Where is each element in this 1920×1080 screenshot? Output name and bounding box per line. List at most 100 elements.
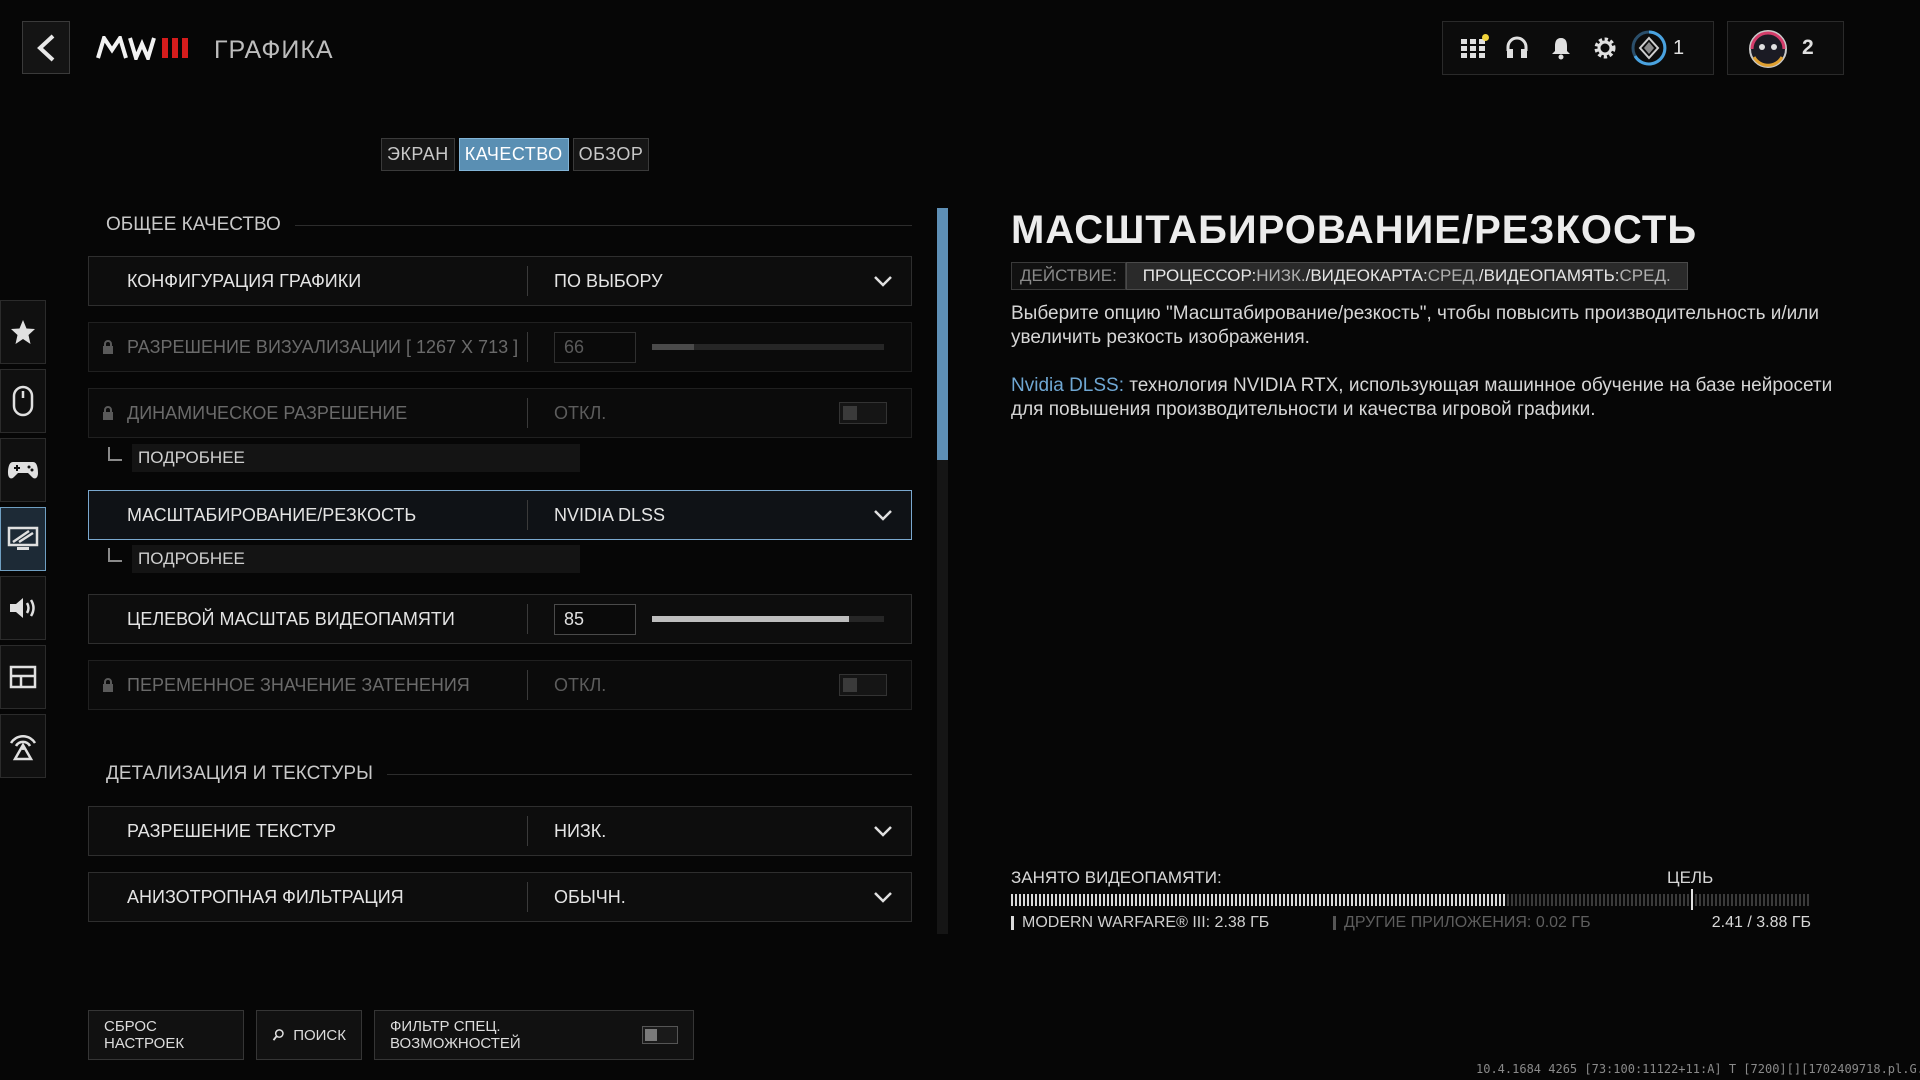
render-resolution-slider[interactable] xyxy=(652,344,884,350)
chevron-down-icon[interactable] xyxy=(855,275,911,287)
vram-target-slider[interactable] xyxy=(652,616,884,622)
vram-total: 2.41 / 3.88 ГБ xyxy=(1711,914,1811,931)
setting-graphics-preset[interactable]: КОНФИГУРАЦИЯ ГРАФИКИ ПО ВЫБОРУ xyxy=(88,256,912,306)
setting-dynamic-resolution[interactable]: ДИНАМИЧЕСКОЕ РАЗРЕШЕНИЕ ОТКЛ. xyxy=(88,388,912,438)
player-level-icon[interactable] xyxy=(1627,26,1671,70)
setting-label: АНИЗОТРОПНАЯ ФИЛЬТРАЦИЯ xyxy=(127,886,404,907)
render-resolution-input[interactable]: 66 xyxy=(554,331,636,363)
section-divider xyxy=(386,773,912,775)
back-arrow-icon xyxy=(37,34,55,61)
settings-gear-icon[interactable] xyxy=(1583,26,1627,70)
vram-target-input[interactable]: 85 xyxy=(554,603,636,635)
setting-label: ДИНАМИЧЕСКОЕ РАЗРЕШЕНИЕ xyxy=(127,402,408,423)
star-icon xyxy=(11,320,35,344)
lock-icon xyxy=(89,406,127,420)
chevron-down-icon[interactable] xyxy=(855,891,911,903)
setting-variable-rate-shading[interactable]: ПЕРЕМЕННОЕ ЗНАЧЕНИЕ ЗАТЕНЕНИЯ ОТКЛ. xyxy=(88,660,912,710)
setting-value: ОТКЛ. xyxy=(554,402,607,423)
player-level: 1 xyxy=(1673,36,1685,59)
dlss-text: технология NVIDIA RTX, использующая маши… xyxy=(1011,375,1833,420)
setting-upscaling-sharpening[interactable]: МАСШТАБИРОВАНИЕ/РЕЗКОСТЬ NVIDIA DLSS xyxy=(88,490,912,540)
setting-label: ПЕРЕМЕННОЕ ЗНАЧЕНИЕ ЗАТЕНЕНИЯ xyxy=(127,674,470,695)
graphics-icon xyxy=(7,526,39,550)
section-title: ОБЩЕЕ КАЧЕСТВО xyxy=(106,214,281,235)
setting-label: МАСШТАБИРОВАНИЕ/РЕЗКОСТЬ xyxy=(127,504,417,525)
setting-value: ОТКЛ. xyxy=(554,674,607,695)
mw3-logo xyxy=(96,36,196,60)
network-icon xyxy=(9,734,37,761)
setting-texture-resolution[interactable]: РАЗРЕШЕНИЕ ТЕКСТУР НИЗК. xyxy=(88,806,912,856)
section-title: ДЕТАЛИЗАЦИЯ И ТЕКСТУРЫ xyxy=(106,763,373,784)
headset-icon[interactable] xyxy=(1495,26,1539,70)
back-button[interactable] xyxy=(22,21,70,74)
apps-grid-icon[interactable] xyxy=(1451,26,1495,70)
vram-target-label: ЦЕЛЬ xyxy=(1667,868,1714,887)
dynamic-resolution-toggle[interactable] xyxy=(839,402,887,424)
sidebar-item-controller[interactable] xyxy=(0,438,46,502)
tab-overview[interactable]: ОБЗОР xyxy=(572,138,650,171)
setting-vram-target[interactable]: ЦЕЛЕВОЙ МАСШТАБ ВИДЕОПАМЯТИ 85 xyxy=(88,594,912,644)
section-general-quality: ОБЩЕЕ КАЧЕСТВО xyxy=(106,214,912,236)
mouse-icon xyxy=(12,385,34,417)
sidebar-item-interface[interactable] xyxy=(0,645,46,709)
reset-settings-button[interactable]: СБРОС НАСТРОЕК xyxy=(88,1010,244,1060)
setting-label: РАЗРЕШЕНИЕ ВИЗУАЛИЗАЦИИ [ 1267 X 713 ] xyxy=(127,336,519,357)
vram-legend-other: ДРУГИЕ ПРИЛОЖЕНИЯ: 0.02 ГБ xyxy=(1333,914,1591,932)
vram-target-marker xyxy=(1691,889,1693,910)
sidebar-item-graphics[interactable] xyxy=(0,507,46,571)
setting-label: КОНФИГУРАЦИЯ ГРАФИКИ xyxy=(127,270,362,291)
tab-screen[interactable]: ЭКРАН xyxy=(381,138,455,171)
variable-rate-shading-toggle[interactable] xyxy=(839,674,887,696)
interface-icon xyxy=(9,665,37,689)
setting-value: ПО ВЫБОРУ xyxy=(554,270,663,291)
sidebar-item-favorites[interactable] xyxy=(0,300,46,364)
chevron-down-icon[interactable] xyxy=(855,509,911,521)
setting-value: NVIDIA DLSS xyxy=(554,504,666,525)
notification-dot xyxy=(1482,34,1489,41)
setting-label: РАЗРЕШЕНИЕ ТЕКСТУР xyxy=(127,820,337,841)
setting-label: ЦЕЛЕВОЙ МАСШТАБ ВИДЕОПАМЯТИ xyxy=(127,608,455,629)
setting-render-resolution[interactable]: РАЗРЕШЕНИЕ ВИЗУАЛИЗАЦИИ [ 1267 X 713 ] 6… xyxy=(88,322,912,372)
setting-value: НИЗК. xyxy=(554,820,607,841)
audio-icon xyxy=(10,598,35,618)
more-link[interactable]: ПОДРОБНЕЕ xyxy=(132,444,580,472)
impact-values: ПРОЦЕССОР: НИЗК. / ВИДЕОКАРТА: СРЕД. / В… xyxy=(1125,262,1688,290)
lock-icon xyxy=(89,678,127,692)
accessibility-filter[interactable]: ФИЛЬТР СПЕЦ. ВОЗМОЖНОСТЕЙ xyxy=(374,1010,694,1060)
lock-icon xyxy=(89,340,127,354)
gamepad-icon xyxy=(8,462,38,479)
bell-icon[interactable] xyxy=(1539,26,1583,70)
dynamic-resolution-more[interactable]: ПОДРОБНЕЕ xyxy=(108,444,580,472)
detail-title: МАСШТАБИРОВАНИЕ/РЕЗКОСТЬ xyxy=(1011,208,1698,252)
vram-usage-fill xyxy=(1011,894,1507,906)
sidebar-item-mouse[interactable] xyxy=(0,369,46,433)
search-icon xyxy=(272,1029,284,1041)
sidebar-item-audio[interactable] xyxy=(0,576,46,640)
top-right-toolbar: 1 xyxy=(1442,21,1714,75)
vram-legend-game: MODERN WARFARE® III: 2.38 ГБ xyxy=(1011,914,1269,932)
profile-button[interactable]: 2 xyxy=(1727,21,1844,75)
profile-count: 2 xyxy=(1802,36,1814,59)
page-title: ГРАФИКА xyxy=(214,36,334,64)
build-info: 10.4.1684 4265 [73:100:11122+11:A] T [72… xyxy=(1476,1062,1920,1076)
chevron-down-icon[interactable] xyxy=(855,825,911,837)
section-divider xyxy=(294,224,912,226)
setting-anisotropic-filtering[interactable]: АНИЗОТРОПНАЯ ФИЛЬТРАЦИЯ ОБЫЧН. xyxy=(88,872,912,922)
impact-label: ДЕЙСТВИЕ: xyxy=(1011,262,1126,290)
emblem-icon xyxy=(1749,30,1787,68)
upscaling-more[interactable]: ПОДРОБНЕЕ xyxy=(108,545,580,573)
dlss-name: Nvidia DLSS: xyxy=(1011,375,1124,396)
tab-quality[interactable]: КАЧЕСТВО xyxy=(458,138,569,171)
section-details-textures: ДЕТАЛИЗАЦИЯ И ТЕКСТУРЫ xyxy=(106,763,912,785)
settings-scrollbar-thumb[interactable] xyxy=(937,208,948,460)
search-button[interactable]: ПОИСК xyxy=(256,1010,362,1060)
vram-usage-label: ЗАНЯТО ВИДЕОПАМЯТИ: xyxy=(1011,868,1222,887)
sidebar-item-network[interactable] xyxy=(0,714,46,778)
detail-description: Выберите опцию "Масштабирование/резкость… xyxy=(1011,303,1819,348)
settings-tabs: ЭКРАН КАЧЕСТВО ОБЗОР xyxy=(381,138,650,171)
dlss-description: Nvidia DLSS: технология NVIDIA RTX, испо… xyxy=(1011,374,1851,422)
performance-impact: ДЕЙСТВИЕ: ПРОЦЕССОР: НИЗК. / ВИДЕОКАРТА:… xyxy=(1011,262,1688,290)
more-link[interactable]: ПОДРОБНЕЕ xyxy=(132,545,580,573)
accessibility-filter-toggle[interactable] xyxy=(641,1026,678,1044)
settings-sidebar xyxy=(0,300,46,783)
